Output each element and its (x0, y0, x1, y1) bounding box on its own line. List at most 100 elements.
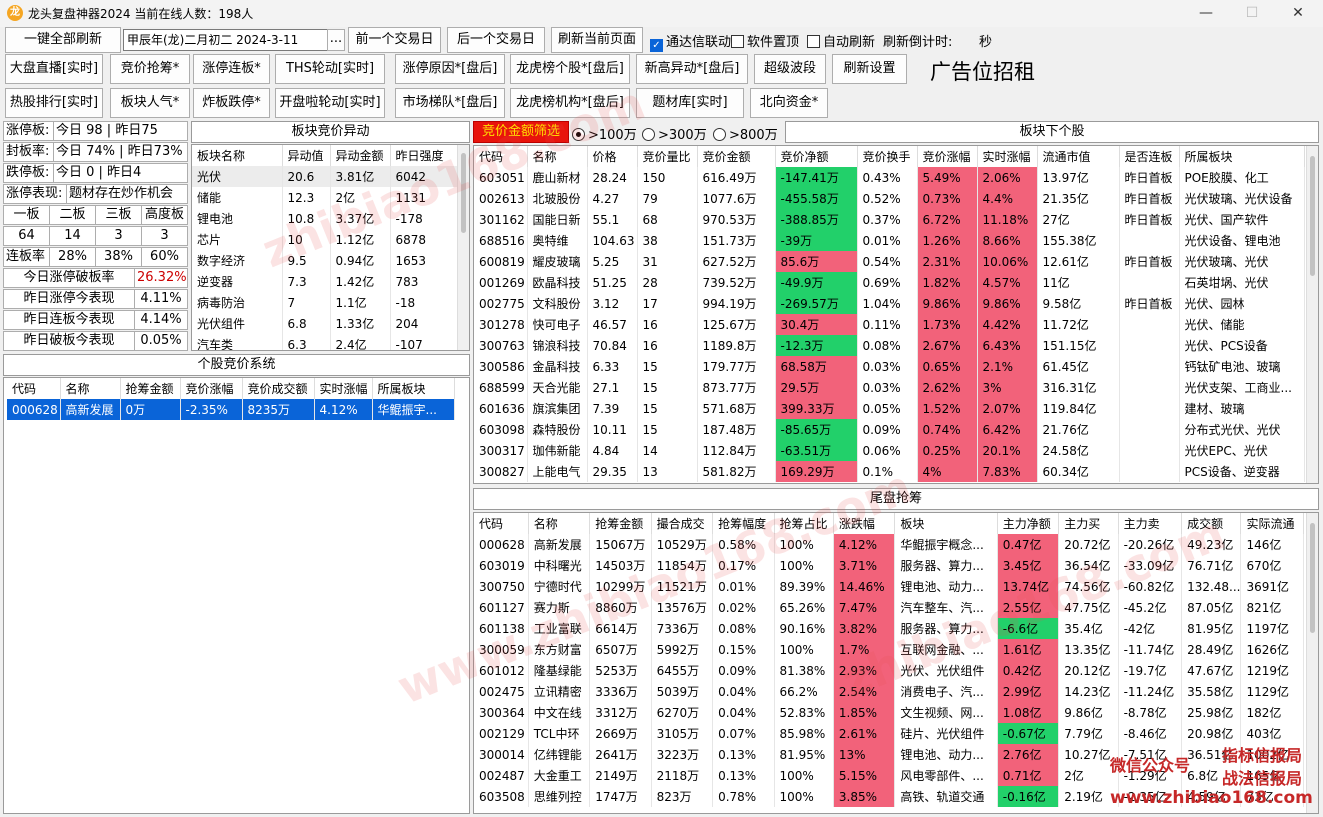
date-picker-field[interactable]: 甲辰年(龙)二月初二 2024-3-11 (123, 29, 328, 51)
table-row[interactable]: 002475 立讯精密 3336万 5039万 0.04% 66.2% 2.54% 消费电子、… (474, 681, 1304, 702)
column-header[interactable]: 流通市值 (1037, 146, 1120, 167)
toolbar-button-row2-1[interactable]: 板块人气* (110, 88, 190, 118)
scrollbar-thumb[interactable] (461, 153, 466, 233)
column-header[interactable]: 抢筹金额 (589, 513, 652, 534)
column-header[interactable]: 抢筹金额 (120, 378, 181, 399)
table-row[interactable]: 300750 宁德时代 10299万 11521万 0.01% 89.39% 14.46% 锂… (474, 576, 1304, 597)
toolbar-button-row2-2[interactable]: 炸板跌停* (193, 88, 270, 118)
scrollbar-thumb[interactable] (1310, 523, 1315, 633)
table-row[interactable]: 光伏组件 6.8 1.33亿 204 (192, 313, 459, 334)
table-row[interactable]: 600819 耀皮玻璃 5.25 31 627.52万 85.6万 0.54% 2.31% 10… (474, 251, 1305, 272)
toolbar-button-3[interactable]: THS轮动[实时] (275, 54, 385, 84)
toolbar-button-4[interactable]: 涨停原因*[盘后] (395, 54, 505, 84)
scrollbar[interactable] (1306, 513, 1318, 813)
prev-trading-day-button[interactable]: 前一个交易日 (348, 27, 441, 53)
toolbar-button-6[interactable]: 新高异动*[盘后] (636, 54, 748, 84)
column-header[interactable]: 实际流通 (1240, 513, 1304, 534)
table-row[interactable]: 数字经济 9.5 0.94亿 1653 (192, 250, 459, 271)
table-row[interactable]: 300827 上能电气 29.35 13 581.82万 169.29万 0.1% 4% 7.8… (474, 461, 1305, 482)
scrollbar-thumb[interactable] (1310, 156, 1315, 276)
table-row[interactable]: 002613 北玻股份 4.27 79 1077.6万 -455.58万 0.52% 0.73… (474, 188, 1305, 209)
column-header[interactable]: 竞价涨幅 (917, 146, 978, 167)
column-header[interactable]: 板块名称 (192, 145, 283, 166)
table-row[interactable]: 300364 中文在线 3312万 6270万 0.04% 52.83% 1.85% 文生视频… (474, 702, 1304, 723)
column-header[interactable]: 成交额 (1181, 513, 1242, 534)
column-header[interactable]: 主力净额 (997, 513, 1060, 534)
on-top-checkbox[interactable]: 软件置顶 (731, 31, 799, 50)
table-row[interactable]: 光伏 20.6 3.81亿 6042 (192, 166, 459, 187)
table-row[interactable]: 病毒防治 7 1.1亿 -18 (192, 292, 459, 313)
table-row[interactable]: 汽车类 6.3 2.4亿 -107 (192, 334, 459, 350)
column-header[interactable]: 异动金额 (330, 145, 391, 166)
column-header[interactable]: 实时涨幅 (977, 146, 1038, 167)
filter-300w-radio[interactable]: >300万 (642, 124, 707, 143)
table-row[interactable]: 300586 金晶科技 6.33 15 179.77万 68.58万 0.03% 0.65% 2… (474, 356, 1305, 377)
column-header[interactable]: 抢筹占比 (774, 513, 834, 534)
table-row[interactable]: 603019 中科曙光 14503万 11854万 0.17% 100% 3.71% 服务器、… (474, 555, 1304, 576)
maximize-button[interactable]: ☐ (1229, 0, 1275, 27)
table-row[interactable]: 芯片 10 1.12亿 6878 (192, 229, 459, 250)
table-row[interactable]: 储能 12.3 2亿 1131 (192, 187, 459, 208)
filter-100w-radio[interactable]: >100万 (572, 124, 637, 143)
column-header[interactable]: 撮合成交 (651, 513, 714, 534)
table-row[interactable]: 锂电池 10.8 3.37亿 -178 (192, 208, 459, 229)
table-row[interactable]: 逆变器 7.3 1.42亿 783 (192, 271, 459, 292)
column-header[interactable]: 板块 (894, 513, 998, 534)
column-header[interactable]: 名称 (527, 146, 588, 167)
refresh-all-button[interactable]: 一键全部刷新 (5, 27, 121, 53)
table-row[interactable]: 603051 鹿山新材 28.24 150 616.49万 -147.41万 0.43% 5.… (474, 167, 1305, 188)
tdx-link-checkbox[interactable]: ✓ 通达信联动 (650, 31, 731, 52)
column-header[interactable]: 竞价量比 (637, 146, 698, 167)
column-header[interactable]: 竞价净额 (775, 146, 858, 167)
table-row[interactable]: 688516 奥特维 104.63 38 151.73万 -39万 0.01% 1.26% 8.… (474, 230, 1305, 251)
column-header[interactable]: 竞价换手 (857, 146, 918, 167)
table-row[interactable]: 300059 东方财富 6507万 5992万 0.15% 100% 1.7% 互联网金融、.… (474, 639, 1304, 660)
toolbar-button-8[interactable]: 刷新设置 (832, 54, 907, 84)
toolbar-button-7[interactable]: 超级波段 (754, 54, 826, 84)
toolbar-button-2[interactable]: 涨停连板* (193, 54, 270, 84)
column-header[interactable]: 抢筹幅度 (712, 513, 775, 534)
table-row[interactable]: 601127 赛力斯 8860万 13576万 0.02% 65.26% 7.47% 汽车整车… (474, 597, 1304, 618)
scrollbar[interactable] (1306, 146, 1318, 483)
toolbar-button-1[interactable]: 竞价抢筹* (110, 54, 190, 84)
column-header[interactable]: 代码 (474, 146, 528, 167)
table-row[interactable]: 000628 高新发展 15067万 10529万 0.58% 100% 4.12% 华鲲振宇… (474, 534, 1304, 555)
next-trading-day-button[interactable]: 后一个交易日 (447, 27, 545, 53)
table-row[interactable]: 601138 工业富联 6614万 7336万 0.08% 90.16% 3.82% 服务器、… (474, 618, 1304, 639)
minimize-button[interactable]: — (1183, 0, 1229, 27)
table-row[interactable]: 001269 欧晶科技 51.25 28 739.52万 -49.9万 0.69% 1.82%… (474, 272, 1305, 293)
column-header[interactable]: 异动值 (282, 145, 331, 166)
toolbar-button-row2-5[interactable]: 龙虎榜机构*[盘后] (510, 88, 630, 118)
toolbar-button-row2-0[interactable]: 热股排行[实时] (5, 88, 103, 118)
toolbar-button-0[interactable]: 大盘直播[实时] (5, 54, 103, 84)
column-header[interactable]: 涨跌幅 (833, 513, 896, 534)
table-row[interactable]: 688599 天合光能 27.1 15 873.77万 29.5万 0.03% 2.62% 3%… (474, 377, 1305, 398)
column-header[interactable]: 竞价金额 (697, 146, 776, 167)
column-header[interactable]: 竞价成交额 (242, 378, 315, 399)
column-header[interactable]: 名称 (60, 378, 121, 399)
table-row[interactable]: 300317 珈伟新能 4.84 14 112.84万 -63.51万 0.06% 0.25%… (474, 440, 1305, 461)
column-header[interactable]: 是否连板 (1119, 146, 1180, 167)
refresh-page-button[interactable]: 刷新当前页面 (551, 27, 643, 53)
table-row[interactable]: 002775 文科股份 3.12 17 994.19万 -269.57万 1.04% 9.86… (474, 293, 1305, 314)
table-row[interactable]: 301278 快可电子 46.57 16 125.67万 30.4万 0.11% 1.73% 4… (474, 314, 1305, 335)
close-button[interactable]: ✕ (1275, 0, 1321, 27)
filter-800w-radio[interactable]: >800万 (713, 124, 778, 143)
table-row[interactable]: 301162 国能日新 55.1 68 970.53万 -388.85万 0.37% 6.72… (474, 209, 1305, 230)
auto-refresh-checkbox[interactable]: 自动刷新 (807, 31, 875, 50)
table-row[interactable]: 000628 高新发展 0万 -2.35% 8235万 4.12% 华鲲振宇... (7, 399, 455, 420)
column-header[interactable]: 主力买 (1058, 513, 1119, 534)
column-header[interactable]: 代码 (474, 513, 529, 534)
column-header[interactable]: 价格 (587, 146, 638, 167)
column-header[interactable]: 所属板块 (372, 378, 455, 399)
column-header[interactable]: 代码 (7, 378, 61, 399)
scrollbar[interactable] (457, 145, 469, 350)
column-header[interactable]: 名称 (528, 513, 591, 534)
table-row[interactable]: 601012 隆基绿能 5253万 6455万 0.09% 81.38% 2.93% 光伏、光… (474, 660, 1304, 681)
table-row[interactable]: 300763 锦浪科技 70.84 16 1189.8万 -12.3万 0.08% 2.67%… (474, 335, 1305, 356)
toolbar-button-5[interactable]: 龙虎榜个股*[盘后] (510, 54, 630, 84)
table-row[interactable]: 601636 旗滨集团 7.39 15 571.68万 399.33万 0.05% 1.52%… (474, 398, 1305, 419)
toolbar-button-row2-6[interactable]: 题材库[实时] (636, 88, 744, 118)
column-header[interactable]: 主力卖 (1118, 513, 1183, 534)
toolbar-button-row2-7[interactable]: 北向资金* (750, 88, 828, 118)
